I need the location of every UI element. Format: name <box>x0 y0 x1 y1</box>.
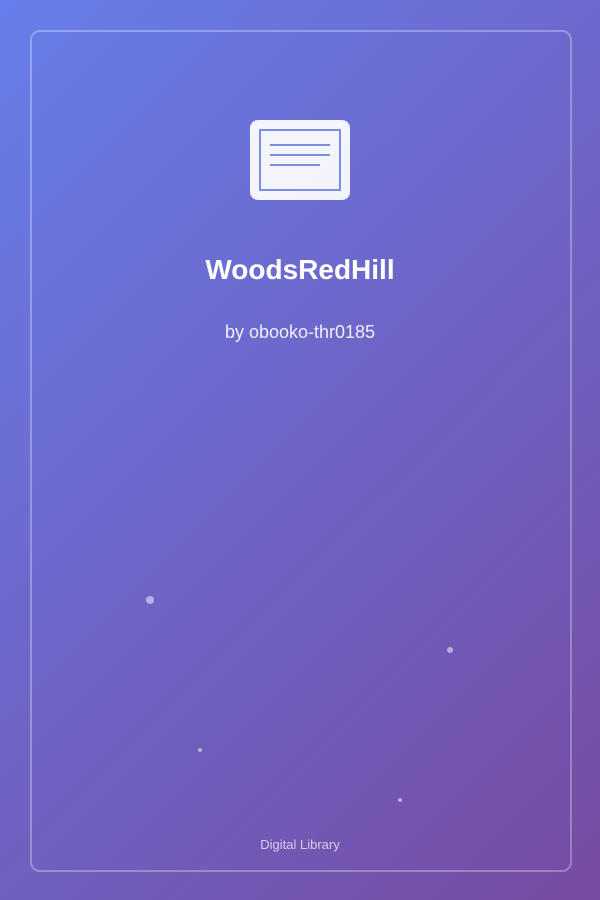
footer-label: Digital Library <box>260 837 340 852</box>
book-page-icon <box>250 120 350 200</box>
decorative-dot <box>447 647 453 653</box>
decorative-dot <box>198 748 202 752</box>
book-author: by obooko-thr0185 <box>224 322 376 342</box>
book-title: WoodsRedHill <box>205 254 395 285</box>
decorative-dot <box>398 798 402 802</box>
decorative-dot <box>146 596 154 604</box>
